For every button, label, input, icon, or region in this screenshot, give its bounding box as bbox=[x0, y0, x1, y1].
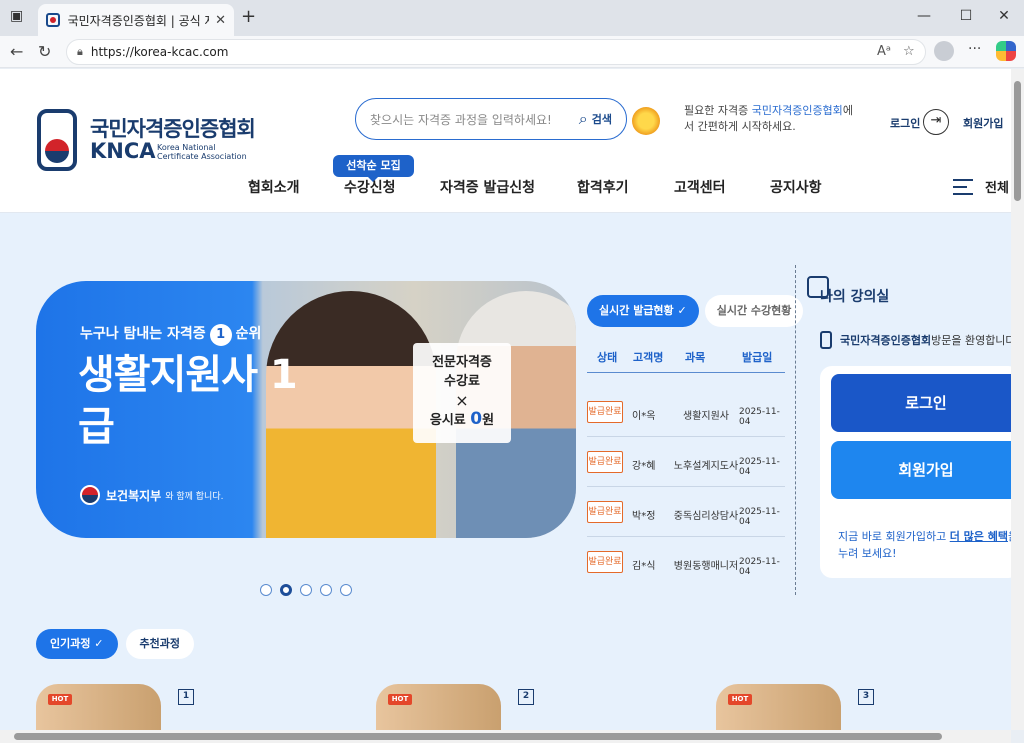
hot-badge: HOT bbox=[388, 694, 412, 705]
url-text: https://korea-kcac.com bbox=[90, 45, 229, 59]
logo-subtitle: Korea National Certificate Association bbox=[157, 143, 247, 161]
pagination-dot[interactable] bbox=[320, 584, 332, 596]
table-row: 발급완료 박*정 중독심리상담사 2025-11-04 bbox=[587, 487, 785, 537]
course-card-thumbnail[interactable]: HOT bbox=[716, 684, 841, 730]
nav-notices[interactable]: 공지사항 bbox=[770, 177, 822, 197]
tab-popular-courses[interactable]: 인기과정 ✓ bbox=[36, 629, 118, 659]
knca-mini-logo-icon bbox=[820, 331, 832, 349]
course-search-box[interactable]: 찾으시는 자격증 과정을 입력하세요! ⌕ 검색 bbox=[355, 98, 627, 140]
course-tabs: 인기과정 ✓ 추천과정 bbox=[36, 629, 195, 659]
all-menu-label[interactable]: 전체 bbox=[985, 177, 1009, 196]
first-come-badge: 선착순 모집 bbox=[333, 155, 414, 182]
refresh-icon[interactable]: ↻ bbox=[38, 42, 51, 61]
browser-tab[interactable]: 국민자격증인증협회 | 공식 자격증 ✕ bbox=[38, 4, 234, 36]
promo-text: 필요한 자격증 국민자격증인증협회에서 간편하게 시작하세요. bbox=[684, 104, 853, 133]
lock-icon: 🔒︎ bbox=[77, 45, 83, 58]
hero-sponsor: 보건복지부 와 함께 합니다. bbox=[80, 485, 223, 505]
read-aloud-icon[interactable]: Aᵃ bbox=[877, 44, 891, 59]
knca-logo-icon[interactable] bbox=[37, 109, 77, 171]
site-favicon-icon bbox=[46, 13, 60, 27]
login-button[interactable]: 로그인 bbox=[831, 374, 1011, 432]
welcome-text: 국민자격증인증협회 방문을 환영합니다 bbox=[820, 331, 1011, 349]
course-card-thumbnail[interactable]: HOT bbox=[376, 684, 501, 730]
logo-english-name[interactable]: KNCA bbox=[90, 139, 156, 163]
header-login-link[interactable]: 로그인 bbox=[890, 115, 920, 131]
hero-pagination bbox=[260, 584, 352, 596]
pagination-dot[interactable] bbox=[260, 584, 272, 596]
rank-badge: 2 bbox=[518, 689, 534, 705]
hamburger-menu-icon[interactable] bbox=[953, 179, 973, 195]
search-input[interactable]: 찾으시는 자격증 과정을 입력하세요! bbox=[370, 111, 579, 128]
profile-avatar[interactable] bbox=[934, 41, 954, 61]
my-classroom-title: 나의 강의실 bbox=[820, 289, 890, 305]
section-divider bbox=[795, 265, 796, 595]
maximize-icon[interactable]: ☐ bbox=[954, 8, 978, 24]
tab-close-icon[interactable]: ✕ bbox=[215, 13, 226, 28]
url-field[interactable]: 🔒︎ https://korea-kcac.com Aᵃ ☆ bbox=[66, 39, 926, 65]
realtime-table-header: 상태 고객명 과목 발급일 bbox=[587, 349, 785, 373]
back-icon[interactable]: ← bbox=[10, 42, 23, 61]
nav-certificate-issue[interactable]: 자격증 발급신청 bbox=[440, 177, 535, 197]
nav-enroll[interactable]: 수강신청 bbox=[344, 177, 396, 197]
nav-about[interactable]: 협회소개 bbox=[248, 177, 300, 197]
pagination-dot[interactable] bbox=[340, 584, 352, 596]
tab-actions-icon[interactable]: ▣ bbox=[10, 8, 23, 24]
favorite-star-icon[interactable]: ☆ bbox=[903, 44, 915, 59]
table-row: 발급완료 강*혜 노후설계지도사 2025-11-04 bbox=[587, 437, 785, 487]
course-card-thumbnail[interactable]: HOT bbox=[36, 684, 161, 730]
more-menu-icon[interactable]: ··· bbox=[968, 41, 981, 57]
hero-title: 생활지원사 1급 bbox=[78, 352, 298, 450]
copilot-icon[interactable] bbox=[996, 41, 1016, 61]
taegeuk-icon bbox=[80, 485, 100, 505]
minimize-icon[interactable]: — bbox=[912, 8, 936, 24]
rank-badge: 3 bbox=[858, 689, 874, 705]
address-bar: ← ↻ 🔒︎ https://korea-kcac.com Aᵃ ☆ ··· bbox=[0, 36, 1024, 68]
new-tab-icon[interactable]: + bbox=[241, 6, 256, 27]
hot-badge: HOT bbox=[48, 694, 72, 705]
site-header: 국민자격증인증협회 KNCA Korea National Certificat… bbox=[0, 69, 1011, 213]
pagination-dot[interactable] bbox=[300, 584, 312, 596]
tab-recommended-courses[interactable]: 추천과정 bbox=[125, 629, 195, 659]
join-button[interactable]: 회원가입 bbox=[831, 441, 1011, 499]
horizontal-scroll-thumb[interactable] bbox=[14, 733, 942, 740]
my-classroom-panel: 로그인 회원가입 지금 바로 회원가입하고 더 많은 혜택을 누려 보세요! bbox=[820, 366, 1011, 578]
search-button[interactable]: 검색 bbox=[592, 111, 612, 127]
hero-banner[interactable]: 누구나 탐내는 자격증 1 순위 생활지원사 1급 보건복지부 와 함께 합니다. 전… bbox=[36, 281, 576, 538]
hero-fee-card: 전문자격증 수강료 × 응시료 0원 bbox=[413, 343, 511, 443]
nav-reviews[interactable]: 합격후기 bbox=[577, 177, 629, 197]
tab-realtime-issuance[interactable]: 실시간 발급현황 ✓ bbox=[587, 295, 699, 327]
tab-title: 국민자격증인증협회 | 공식 자격증 bbox=[67, 13, 210, 28]
join-benefit-note: 지금 바로 회원가입하고 더 많은 혜택을 누려 보세요! bbox=[838, 530, 1011, 560]
login-arrow-icon[interactable]: ⇥ bbox=[923, 109, 949, 135]
badge-icon bbox=[632, 107, 660, 135]
vertical-scrollbar[interactable] bbox=[1011, 69, 1024, 730]
close-window-icon[interactable]: ✕ bbox=[992, 8, 1016, 24]
table-row: 발급완료 이*옥 생활지원사 2025-11-04 bbox=[587, 387, 785, 437]
nav-customer-center[interactable]: 고객센터 bbox=[674, 177, 726, 197]
page-viewport: 국민자격증인증협회 KNCA Korea National Certificat… bbox=[0, 69, 1011, 730]
pagination-dot[interactable] bbox=[280, 584, 292, 596]
more-benefits-link[interactable]: 더 많은 혜택 bbox=[950, 530, 1008, 543]
tab-realtime-enrollment[interactable]: 실시간 수강현황 bbox=[704, 295, 804, 327]
hero-eyebrow: 누구나 탐내는 자격증 1 순위 bbox=[80, 323, 261, 346]
table-row: 발급완료 김*식 병원동행매니저 2025-11-04 bbox=[587, 537, 785, 587]
realtime-tabs: 실시간 발급현황 ✓ 실시간 수강현황 bbox=[587, 295, 804, 327]
search-icon[interactable]: ⌕ bbox=[579, 109, 588, 129]
horizontal-scrollbar[interactable] bbox=[0, 730, 1011, 743]
rank-badge: 1 bbox=[178, 689, 194, 705]
vertical-scroll-thumb[interactable] bbox=[1014, 81, 1021, 201]
header-join-link[interactable]: 회원가입 bbox=[963, 115, 1003, 131]
hot-badge: HOT bbox=[728, 694, 752, 705]
browser-tab-bar: ▣ 국민자격증인증협회 | 공식 자격증 ✕ + — ☐ ✕ bbox=[0, 0, 1024, 36]
